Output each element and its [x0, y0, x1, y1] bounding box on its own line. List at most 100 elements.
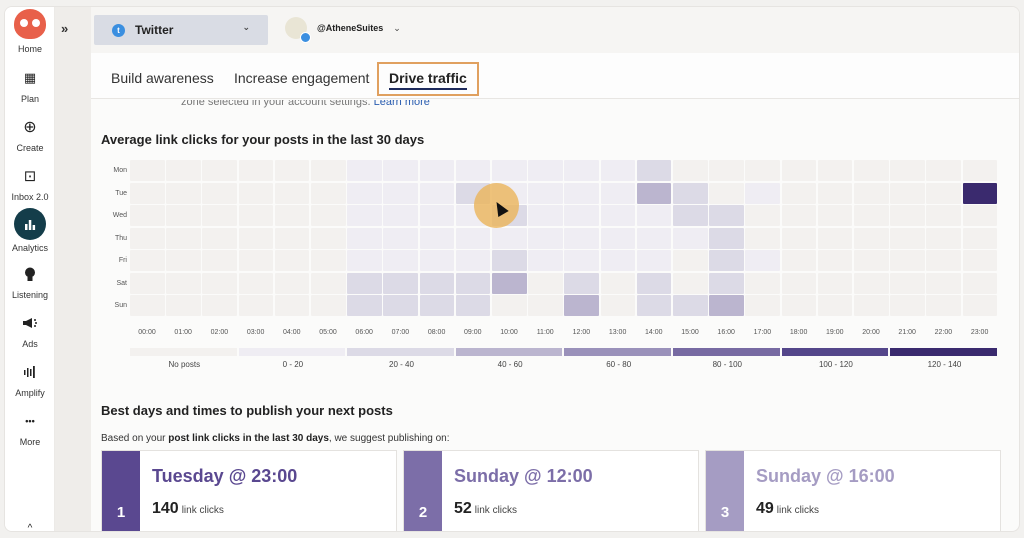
heatmap-cell[interactable] [274, 182, 310, 204]
heatmap-cell[interactable] [311, 205, 346, 226]
heatmap-cell[interactable] [926, 295, 962, 316]
heatmap-cell[interactable] [636, 227, 672, 249]
heatmap-cell[interactable] [274, 160, 310, 181]
heatmap-cell[interactable] [817, 272, 853, 294]
heatmap-cell[interactable] [238, 295, 274, 316]
heatmap-cell[interactable] [274, 272, 310, 294]
heatmap-cell[interactable] [419, 160, 455, 181]
heatmap-cell[interactable] [709, 205, 744, 226]
heatmap-cell[interactable] [311, 250, 346, 271]
heatmap-cell[interactable] [817, 295, 853, 316]
heatmap-cell[interactable] [890, 295, 925, 316]
heatmap-cell[interactable] [383, 182, 419, 204]
heatmap-cell[interactable] [962, 182, 998, 204]
nav-ads[interactable]: Ads [5, 312, 55, 349]
collapse-nav-button[interactable]: ^ [5, 517, 55, 532]
heatmap-cell[interactable] [528, 160, 563, 181]
heatmap-cell[interactable] [781, 227, 817, 249]
heatmap-cell[interactable] [709, 272, 744, 294]
expand-icon[interactable]: » [61, 21, 68, 36]
heatmap-cell[interactable] [202, 160, 238, 181]
heatmap-cell[interactable] [962, 205, 998, 226]
heatmap-cell[interactable] [600, 205, 636, 226]
nav-amplify[interactable]: Amplify [5, 361, 55, 398]
heatmap-cell[interactable] [709, 295, 744, 316]
heatmap-cell[interactable] [455, 250, 491, 271]
heatmap-cell[interactable] [745, 227, 781, 249]
heatmap-cell[interactable] [600, 250, 636, 271]
heatmap-cell[interactable] [817, 205, 853, 226]
heatmap-cell[interactable] [492, 160, 527, 181]
heatmap-cell[interactable] [202, 182, 238, 204]
heatmap-cell[interactable] [673, 205, 708, 226]
heatmap-cell[interactable] [564, 205, 600, 226]
heatmap-cell[interactable] [709, 182, 744, 204]
heatmap-cell[interactable] [130, 160, 165, 181]
heatmap-cell[interactable] [636, 160, 672, 181]
heatmap-cell[interactable] [383, 295, 419, 316]
heatmap-cell[interactable] [817, 250, 853, 271]
heatmap-cell[interactable] [238, 272, 274, 294]
nav-inbox[interactable]: ⊡ Inbox 2.0 [5, 165, 55, 202]
heatmap-cell[interactable] [890, 250, 925, 271]
heatmap-cell[interactable] [130, 250, 165, 271]
heatmap-cell[interactable] [636, 295, 672, 316]
heatmap-cell[interactable] [890, 160, 925, 181]
heatmap-cell[interactable] [347, 205, 382, 226]
best-time-card[interactable]: 2 Sunday @ 12:00 52 link clicks [403, 450, 699, 531]
heatmap-cell[interactable] [854, 182, 889, 204]
heatmap-cell[interactable] [600, 272, 636, 294]
heatmap-cell[interactable] [130, 227, 165, 249]
best-time-card[interactable]: 1 Tuesday @ 23:00 140 link clicks [101, 450, 397, 531]
heatmap-cell[interactable] [600, 182, 636, 204]
heatmap-cell[interactable] [926, 182, 962, 204]
heatmap-cell[interactable] [274, 227, 310, 249]
heatmap-cell[interactable] [600, 160, 636, 181]
nav-plan[interactable]: ▦ Plan [5, 67, 55, 104]
heatmap-cell[interactable] [745, 160, 781, 181]
heatmap-cell[interactable] [528, 227, 563, 249]
heatmap-cell[interactable] [347, 227, 382, 249]
heatmap-cell[interactable] [202, 272, 238, 294]
heatmap-cell[interactable] [166, 182, 201, 204]
heatmap-cell[interactable] [636, 272, 672, 294]
best-time-card[interactable]: 3 Sunday @ 16:00 49 link clicks [705, 450, 1001, 531]
heatmap-cell[interactable] [202, 250, 238, 271]
heatmap-cell[interactable] [673, 250, 708, 271]
heatmap-cell[interactable] [166, 160, 201, 181]
heatmap-cell[interactable] [347, 160, 382, 181]
heatmap-cell[interactable] [455, 272, 491, 294]
heatmap-cell[interactable] [492, 227, 527, 249]
heatmap-cell[interactable] [166, 272, 201, 294]
heatmap-cell[interactable] [636, 182, 672, 204]
heatmap-cell[interactable] [130, 295, 165, 316]
heatmap-cell[interactable] [347, 295, 382, 316]
heatmap-cell[interactable] [890, 227, 925, 249]
heatmap-cell[interactable] [130, 205, 165, 226]
heatmap-cell[interactable] [854, 227, 889, 249]
heatmap-cell[interactable] [238, 227, 274, 249]
heatmap-cell[interactable] [926, 160, 962, 181]
heatmap-cell[interactable] [419, 295, 455, 316]
heatmap-cell[interactable] [962, 160, 998, 181]
heatmap-cell[interactable] [528, 250, 563, 271]
heatmap-cell[interactable] [926, 272, 962, 294]
heatmap-cell[interactable] [854, 272, 889, 294]
heatmap-cell[interactable] [311, 182, 346, 204]
heatmap-cell[interactable] [166, 205, 201, 226]
heatmap-cell[interactable] [166, 227, 201, 249]
heatmap-cell[interactable] [890, 182, 925, 204]
heatmap-cell[interactable] [383, 160, 419, 181]
heatmap-cell[interactable] [528, 182, 563, 204]
heatmap-cell[interactable] [238, 250, 274, 271]
heatmap-cell[interactable] [890, 205, 925, 226]
nav-more[interactable]: ••• More [5, 410, 55, 447]
heatmap-cell[interactable] [238, 182, 274, 204]
heatmap-cell[interactable] [564, 160, 600, 181]
heatmap-cell[interactable] [600, 227, 636, 249]
heatmap-cell[interactable] [781, 250, 817, 271]
heatmap-cell[interactable] [347, 250, 382, 271]
heatmap-cell[interactable] [781, 272, 817, 294]
heatmap-cell[interactable] [528, 272, 563, 294]
heatmap-cell[interactable] [419, 272, 455, 294]
